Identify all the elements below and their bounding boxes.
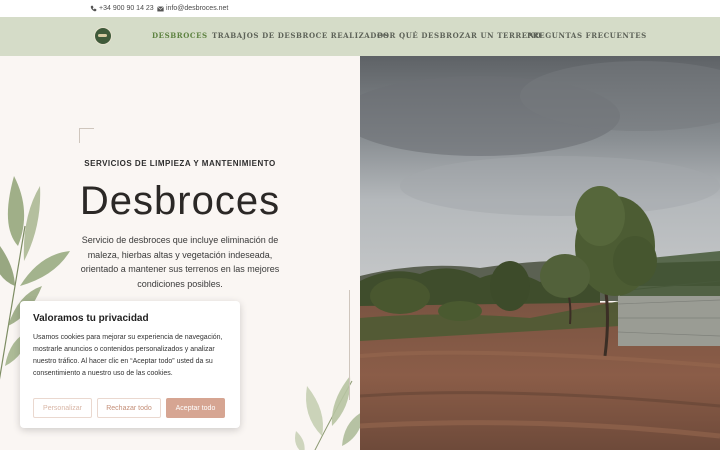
cookie-buttons: Personalizar Rechazar todo Aceptar todo — [33, 398, 225, 418]
phone-contact[interactable]: +34 900 90 14 23 — [90, 5, 154, 12]
cookie-consent-banner: Valoramos tu privacidad Usamos cookies p… — [20, 301, 240, 428]
divider-line — [349, 290, 350, 400]
email-address: info@desbroces.net — [166, 5, 229, 12]
hero-subtitle: SERVICIOS DE LIMPIEZA Y MANTENIMIENTO — [84, 159, 276, 168]
email-contact[interactable]: info@desbroces.net — [157, 5, 228, 12]
nav-link-trabajos[interactable]: Trabajos de desbroce realizados — [212, 31, 389, 40]
reject-all-button[interactable]: Rechazar todo — [97, 398, 161, 418]
phone-number: +34 900 90 14 23 — [99, 5, 154, 12]
cookie-text: Usamos cookies para mejorar su experienc… — [33, 334, 223, 377]
hero-title: Desbroces — [79, 179, 281, 223]
main-navigation: Desbroces Trabajos de desbroce realizado… — [0, 17, 720, 56]
nav-link-preguntas[interactable]: Preguntas frecuentes — [527, 31, 647, 40]
cookie-title: Valoramos tu privacidad — [33, 313, 149, 324]
hero-photo — [360, 56, 720, 450]
logo-icon[interactable] — [94, 27, 112, 45]
accept-all-button[interactable]: Aceptar todo — [166, 398, 225, 418]
field-photo — [360, 56, 720, 450]
envelope-icon — [157, 5, 164, 12]
phone-icon — [90, 5, 97, 12]
hero-description: Servicio de desbroces que incluye elimin… — [80, 235, 280, 289]
nav-link-desbroces[interactable]: Desbroces — [152, 31, 208, 40]
nav-link-por-que[interactable]: Por qué desbrozar un terreno — [377, 31, 541, 40]
top-bar: +34 900 90 14 23 info@desbroces.net — [0, 0, 720, 17]
personalize-button[interactable]: Personalizar — [33, 398, 92, 418]
corner-ornament — [79, 128, 94, 143]
